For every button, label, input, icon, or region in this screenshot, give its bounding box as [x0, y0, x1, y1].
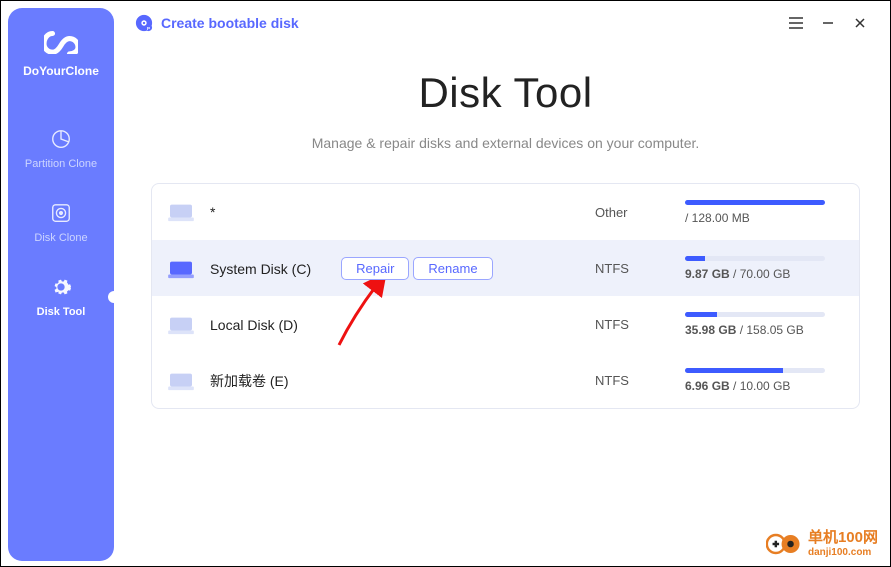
rename-button[interactable]: Rename [413, 257, 492, 280]
sidebar-item-label: Disk Clone [34, 232, 87, 244]
disk-row[interactable]: 新加载卷 (E) NTFS6.96 GB / 10.00 GB [152, 352, 859, 408]
filesystem-label: NTFS [595, 261, 685, 276]
sidebar-item-label: Partition Clone [25, 158, 97, 170]
disk-list: * Other/ 128.00 MB System Disk (C) RepairRe… [151, 183, 860, 409]
usage-text: / 128.00 MB [685, 211, 835, 225]
usage-bar [685, 368, 825, 373]
disk-name: 新加载卷 (E) [210, 371, 289, 391]
disk-row[interactable]: System Disk (C) RepairRename NTFS9.87 GB /… [152, 240, 859, 296]
disk-icon [168, 314, 194, 336]
page-subtitle: Manage & repair disks and external devic… [151, 135, 860, 151]
create-bootable-label: Create bootable disk [161, 15, 299, 31]
disk-icon [168, 258, 194, 280]
disk-usage: 9.87 GB / 70.00 GB [685, 256, 835, 281]
disk-clone-icon [50, 202, 72, 224]
disk-name: System Disk (C) [210, 261, 311, 277]
app-logo [44, 30, 78, 54]
usage-bar [685, 312, 825, 317]
close-button[interactable] [844, 7, 876, 39]
disk-row[interactable]: Local Disk (D) NTFS35.98 GB / 158.05 GB [152, 296, 859, 352]
create-bootable-button[interactable]: P Create bootable disk [135, 14, 299, 32]
brand-label: DoYourClone [23, 64, 99, 78]
repair-button[interactable]: Repair [341, 257, 409, 280]
svg-text:P: P [147, 26, 150, 31]
disk-usage: / 128.00 MB [685, 200, 835, 225]
usage-bar [685, 256, 825, 261]
sidebar-item-disk-tool[interactable]: Disk Tool [8, 260, 114, 334]
menu-icon [788, 16, 804, 30]
sidebar-item-partition-clone[interactable]: Partition Clone [8, 112, 114, 186]
disk-usage: 6.96 GB / 10.00 GB [685, 368, 835, 393]
menu-button[interactable] [780, 7, 812, 39]
filesystem-label: NTFS [595, 373, 685, 388]
partition-clone-icon [50, 128, 72, 150]
disk-name: Local Disk (D) [210, 317, 298, 333]
disk-row[interactable]: * Other/ 128.00 MB [152, 184, 859, 240]
disk-tool-icon [50, 276, 72, 298]
disk-icon [168, 201, 194, 223]
page-title: Disk Tool [151, 69, 860, 117]
minimize-button[interactable] [812, 7, 844, 39]
usage-text: 35.98 GB / 158.05 GB [685, 323, 835, 337]
close-icon [853, 16, 867, 30]
usage-text: 6.96 GB / 10.00 GB [685, 379, 835, 393]
disk-icon [168, 370, 194, 392]
disk-name: * [210, 204, 215, 220]
sidebar-item-label: Disk Tool [37, 306, 86, 318]
topbar: P Create bootable disk [121, 1, 890, 45]
sidebar-item-disk-clone[interactable]: Disk Clone [8, 186, 114, 260]
usage-bar [685, 200, 825, 205]
disc-icon: P [135, 14, 153, 32]
filesystem-label: Other [595, 205, 685, 220]
main-content: Disk Tool Manage & repair disks and exte… [121, 45, 890, 566]
filesystem-label: NTFS [595, 317, 685, 332]
usage-text: 9.87 GB / 70.00 GB [685, 267, 835, 281]
disk-actions: RepairRename [341, 257, 496, 280]
minimize-icon [821, 16, 835, 30]
sidebar: DoYourClone Partition Clone Disk Clone D… [8, 8, 114, 561]
disk-usage: 35.98 GB / 158.05 GB [685, 312, 835, 337]
